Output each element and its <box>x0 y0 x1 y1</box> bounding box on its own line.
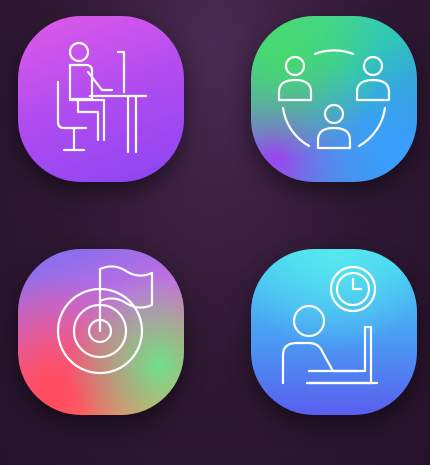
goal-target-flag-icon <box>56 265 154 375</box>
team-network-icon <box>277 49 391 150</box>
app-icon-remote-work[interactable] <box>18 16 184 182</box>
app-icon-goal-target[interactable] <box>18 249 184 415</box>
working-hours-icon <box>281 265 379 385</box>
app-icon-team-network[interactable] <box>251 16 417 182</box>
remote-work-desk-icon <box>56 41 148 154</box>
app-icon-working-hours[interactable] <box>251 249 417 415</box>
